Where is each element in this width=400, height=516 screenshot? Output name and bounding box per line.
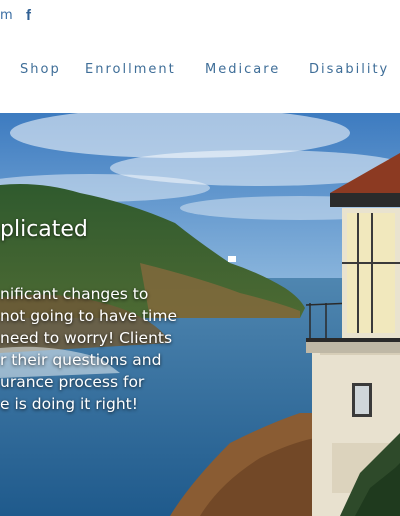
hero-text-line: r their questions and xyxy=(0,351,162,369)
nav-item-shop[interactable]: Shop xyxy=(20,62,61,77)
main-nav: Shop Enrollment Medicare Disability xyxy=(0,62,400,86)
top-bar: m f xyxy=(0,0,400,34)
facebook-icon[interactable]: f xyxy=(26,7,31,24)
hero-heading: plicated xyxy=(0,217,88,242)
hero-text-line: e is doing it right! xyxy=(0,395,138,413)
hero-banner: plicated nificant changes to not going t… xyxy=(0,113,400,516)
hero-text-line: urance process for xyxy=(0,373,145,391)
hero-text-line: need to worry! Clients xyxy=(0,329,173,347)
nav-item-medicare[interactable]: Medicare xyxy=(205,62,280,77)
nav-item-disability[interactable]: Disability xyxy=(309,62,389,77)
nav-item-enrollment[interactable]: Enrollment xyxy=(85,62,176,77)
hero-text-block: plicated nificant changes to not going t… xyxy=(0,113,400,516)
email-link[interactable]: m xyxy=(0,8,13,23)
hero-text-line: nificant changes to xyxy=(0,285,149,303)
hero-text-line: not going to have time xyxy=(0,307,177,325)
